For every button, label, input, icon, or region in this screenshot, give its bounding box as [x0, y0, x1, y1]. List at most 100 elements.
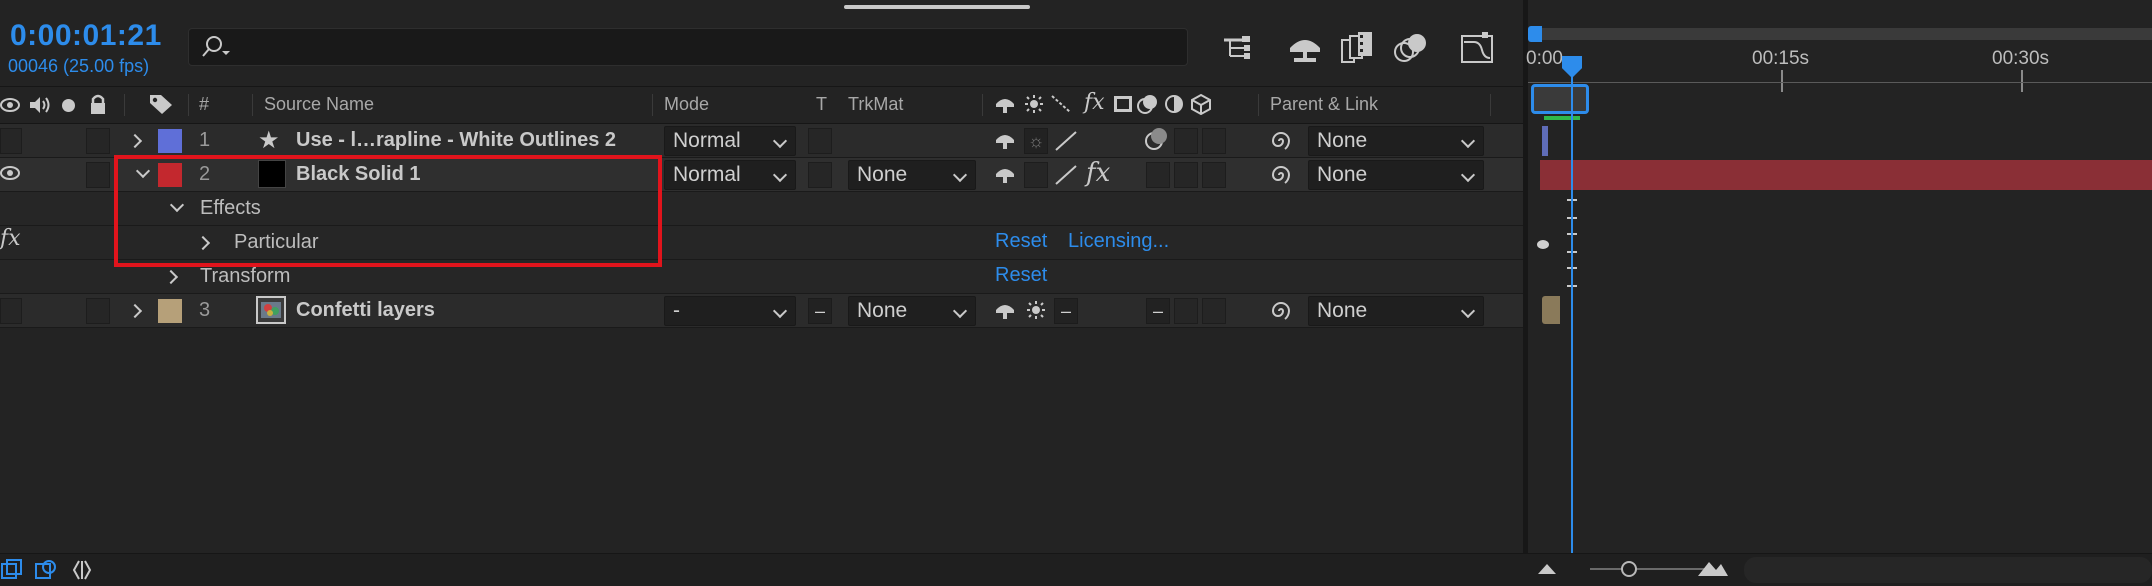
transfer-controls-pane-icon[interactable] — [34, 558, 58, 582]
layer-3-duration-bar[interactable] — [1542, 296, 1560, 324]
layer-3-3d-switch[interactable] — [1202, 298, 1226, 324]
collapse-sun-icon[interactable] — [1024, 94, 1044, 114]
layer-3-collapse-sun-icon[interactable] — [1026, 300, 1046, 320]
frame-blending-icon[interactable] — [1336, 28, 1378, 68]
ruler-tick — [1781, 70, 1783, 92]
layer-3-label-color[interactable] — [158, 299, 182, 323]
layer-1-preserve-transparency[interactable] — [808, 128, 832, 154]
layer-3-shy-icon[interactable] — [994, 300, 1016, 320]
zoom-out-mountain-icon[interactable] — [1536, 560, 1558, 576]
layer-3-quality-switch[interactable]: – — [1054, 298, 1078, 324]
current-time-display[interactable]: 0:00:01:21 — [10, 19, 162, 53]
layer-2-mode-dropdown[interactable]: Normal — [664, 160, 796, 190]
layer-2-preserve-transparency[interactable] — [808, 162, 832, 188]
layer-3-trkmat-value: None — [857, 299, 908, 322]
timeline-horizontal-scrollbar[interactable] — [1744, 557, 2152, 583]
layer-3-lock-switch[interactable] — [86, 298, 110, 324]
frame-blend-switch-icon[interactable] — [1112, 94, 1134, 114]
current-time-indicator-line[interactable] — [1571, 60, 1573, 553]
layer-1-adjustment-switch[interactable] — [1174, 128, 1198, 154]
layer-2-collapse-switch[interactable] — [1024, 162, 1048, 188]
layer-1-parent-dropdown[interactable]: None — [1308, 126, 1484, 156]
layer-2-adjustment-switch[interactable] — [1174, 162, 1198, 188]
adjustment-layer-icon[interactable] — [1164, 94, 1184, 114]
effects-fx-icon[interactable]: fx — [1084, 90, 1105, 115]
ruler-label-15s: 00:15s — [1752, 48, 1810, 69]
layer-2-motion-blur-switch[interactable] — [1146, 162, 1170, 188]
layer-1-quality-icon[interactable] — [1054, 130, 1078, 152]
draft-3d-icon[interactable] — [1284, 28, 1326, 68]
time-ruler[interactable] — [1528, 82, 2152, 83]
layer-2-fx-icon[interactable]: fx — [1086, 158, 1110, 188]
star-icon: ★ — [258, 127, 280, 154]
layer-2-video-eye-icon[interactable] — [0, 164, 20, 182]
shy-icon[interactable] — [994, 94, 1016, 114]
layer-2-pickwhip-icon[interactable] — [1268, 162, 1294, 188]
ruler-tick — [2021, 70, 2023, 92]
layer-1-motion-blur-icon[interactable] — [1144, 126, 1170, 152]
work-area-bar[interactable] — [1531, 84, 1589, 114]
time-navigator-start-handle[interactable] — [1528, 26, 1542, 42]
layer-1-continuous-raster-icon[interactable]: ☼ — [1024, 128, 1048, 154]
ruler-label-30s: 00:30s — [1992, 48, 2050, 69]
layer-1-shy-icon[interactable] — [994, 130, 1016, 150]
layer-1-lock-switch[interactable] — [86, 128, 110, 154]
layer-1-3d-switch[interactable] — [1202, 128, 1226, 154]
layer-2-3d-switch[interactable] — [1202, 162, 1226, 188]
column-hash: # — [199, 94, 210, 114]
composition-flowchart-icon[interactable] — [1216, 28, 1258, 68]
layer-1-mode-dropdown[interactable]: Normal — [664, 126, 796, 156]
layer-1-duration-bar[interactable] — [1542, 126, 1548, 156]
panel-drag-grip[interactable] — [844, 5, 1030, 9]
search-icon[interactable] — [200, 34, 240, 60]
layer-2-quality-icon[interactable] — [1054, 164, 1078, 186]
label-tag-icon[interactable] — [148, 93, 174, 115]
layer-3-name[interactable]: Confetti layers — [296, 299, 435, 322]
layer-3-parent-dropdown[interactable]: None — [1308, 296, 1484, 326]
layer-2-duration-bar[interactable] — [1540, 160, 2152, 190]
keyframe-dot-icon[interactable] — [1537, 240, 1549, 249]
particular-reset-link[interactable]: Reset — [995, 230, 1047, 253]
layer-2-shy-icon[interactable] — [994, 164, 1016, 184]
layer-3-mode-dropdown[interactable]: - — [664, 296, 796, 326]
video-eye-icon[interactable] — [0, 96, 20, 114]
in-out-duration-pane-icon[interactable] — [70, 558, 94, 582]
layer-search-input[interactable] — [188, 28, 1188, 66]
layer-3-preserve-transparency[interactable]: – — [808, 298, 832, 324]
layer-switches-pane-icon[interactable] — [0, 558, 24, 582]
layer-3-motion-blur-switch[interactable]: – — [1146, 298, 1170, 324]
layer-2-lock-switch[interactable] — [86, 162, 110, 188]
layer-1-name[interactable]: Use - l…rapline - White Outlines 2 — [296, 129, 616, 152]
zoom-in-mountain-icon[interactable] — [1696, 558, 1730, 578]
layer-1-pickwhip-icon[interactable] — [1268, 128, 1294, 154]
column-source-name[interactable]: Source Name — [264, 94, 374, 115]
3d-layer-icon[interactable] — [1190, 93, 1212, 115]
layer-3-trkmat-dropdown[interactable]: None — [848, 296, 976, 326]
highlight-annotation-box — [114, 155, 662, 267]
lock-icon[interactable] — [88, 93, 108, 115]
layer-1-parent-value: None — [1317, 129, 1368, 152]
time-navigator-bar[interactable] — [1530, 28, 2152, 40]
particular-licensing-link[interactable]: Licensing... — [1068, 230, 1169, 253]
layer-1-video-switch[interactable] — [0, 128, 22, 154]
motion-blur-icon[interactable] — [1390, 28, 1432, 68]
effect-fx-icon[interactable]: fx — [0, 226, 21, 251]
layer-2-trkmat-dropdown[interactable]: None — [848, 160, 976, 190]
layer-3-adjustment-switch[interactable] — [1174, 298, 1198, 324]
audio-speaker-icon[interactable] — [28, 95, 52, 115]
layer-3-parent-value: None — [1317, 299, 1368, 322]
frame-count-display: 00046 (25.00 fps) — [8, 56, 150, 76]
solo-icon[interactable] — [62, 99, 75, 112]
layer-1-label-color[interactable] — [158, 129, 182, 153]
layer-2-parent-dropdown[interactable]: None — [1308, 160, 1484, 190]
column-trkmat: TrkMat — [848, 94, 904, 114]
layer-3-video-switch[interactable] — [0, 298, 22, 324]
layer-3-pickwhip-icon[interactable] — [1268, 298, 1294, 324]
timeline-zoom-slider[interactable] — [1590, 568, 1710, 570]
quality-icon[interactable] — [1050, 94, 1072, 114]
column-mode: Mode — [664, 94, 710, 114]
motion-blur-switch-icon[interactable] — [1136, 93, 1160, 115]
timeline-zoom-knob[interactable] — [1621, 561, 1637, 577]
transform-reset-link[interactable]: Reset — [995, 264, 1047, 287]
graph-editor-icon[interactable] — [1456, 28, 1498, 68]
